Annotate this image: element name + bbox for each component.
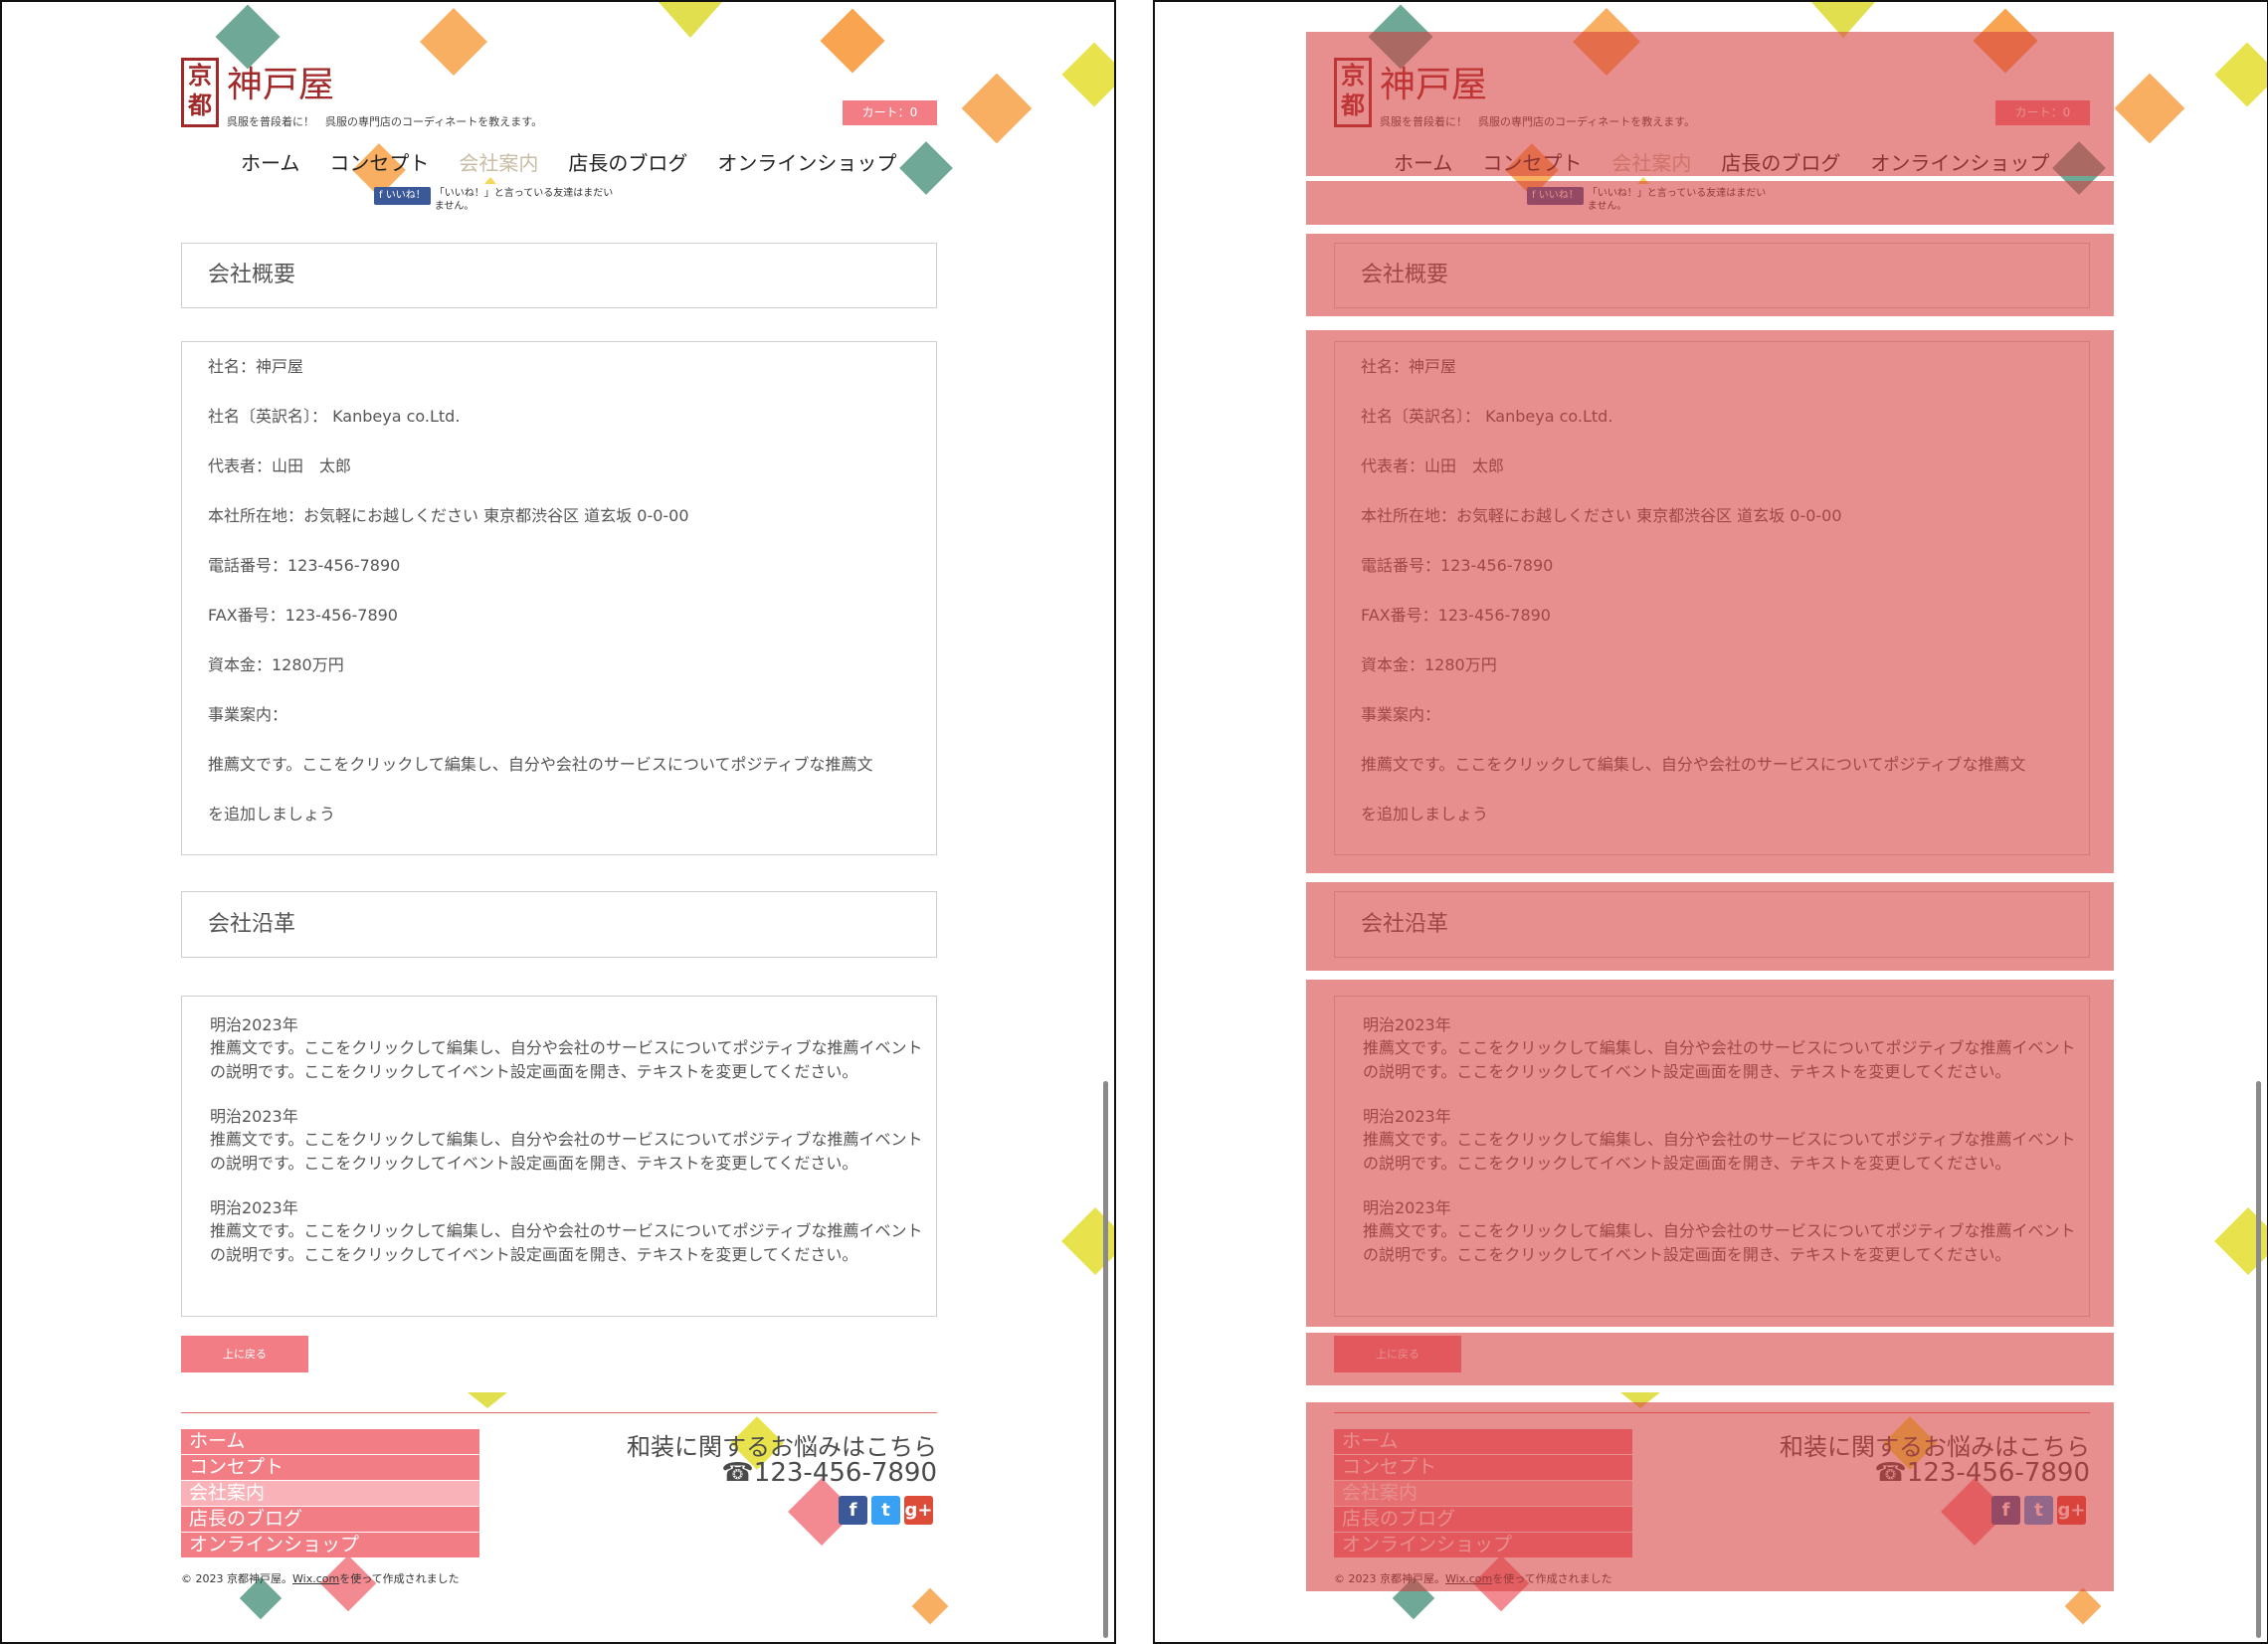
history-desc: 推薦文です。ここをクリックして編集し、自分や会社のサービスについてポジティブな推… <box>210 1130 923 1173</box>
right-page-view-annotated: 京 都 神戸屋 呉服を普段着に！ 呉服の専門店のコーディネートを教えます。 カー… <box>1153 0 2268 1644</box>
nav-company[interactable]: 会社案内 <box>459 147 538 176</box>
nav-blog[interactable]: 店長のブログ <box>568 147 687 176</box>
history-desc: 推薦文です。ここをクリックして編集し、自分や会社のサービスについてポジティブな推… <box>210 1221 923 1264</box>
contact-heading: 和装に関するお悩みはこちら <box>627 1433 937 1461</box>
twitter-icon[interactable]: t <box>871 1496 900 1525</box>
company-title-box: 会社概要 <box>181 243 937 308</box>
footer-nav-concept[interactable]: コンセプト <box>181 1455 479 1480</box>
left-page-view: 京 都 神戸屋 呉服を普段着に！ 呉服の専門店のコーディネートを教えます。 カー… <box>0 0 1116 1644</box>
info-line: 資本金：1280万円 <box>208 655 344 674</box>
history-year: 明治2023年 <box>210 1015 298 1034</box>
facebook-like-label: いいね！ <box>385 190 426 201</box>
history-item: 明治2023年 推薦文です。ここをクリックして編集し、自分や会社のサービスについ… <box>182 1106 936 1176</box>
overlay-company-title <box>1306 234 2114 316</box>
logo-stamp[interactable]: 京 都 <box>181 58 219 127</box>
info-line: 社名：神戸屋 <box>208 357 304 376</box>
info-line: 代表者：山田 太郎 <box>208 457 352 475</box>
overlay-header <box>1306 32 2114 176</box>
wix-link[interactable]: Wix.com <box>292 1572 339 1585</box>
logo-stamp-char: 都 <box>188 91 212 119</box>
overlay-back-to-top <box>1306 1333 2114 1385</box>
overlay-company-info <box>1306 330 2114 873</box>
info-line: を追加しましょう <box>208 805 336 823</box>
info-line: 推薦文です。ここをクリックして編集し、自分や会社のサービスについてポジティブな推… <box>208 755 873 774</box>
info-line: 本社所在地：お気軽にお越しください 東京都渋谷区 道玄坂 0-0-00 <box>208 506 689 525</box>
footer-nav: ホーム コンセプト 会社案内 店長のブログ オンラインショップ <box>181 1429 479 1558</box>
facebook-like-text: 「いいね！」と言っている友達はまだいません。 <box>434 188 614 212</box>
history-item: 明治2023年 推薦文です。ここをクリックして編集し、自分や会社のサービスについ… <box>182 1197 936 1267</box>
facebook-icon: f <box>379 190 386 201</box>
history-box: 明治2023年 推薦文です。ここをクリックして編集し、自分や会社のサービスについ… <box>181 996 937 1317</box>
scrollbar[interactable] <box>2256 1081 2261 1638</box>
footer-marker <box>468 1392 507 1408</box>
site-title[interactable]: 神戸屋 <box>227 56 334 107</box>
info-line: 社名〔英訳名〕： Kanbeya co.Ltd. <box>208 407 461 426</box>
company-info-box: 社名：神戸屋 社名〔英訳名〕： Kanbeya co.Ltd. 代表者：山田 太… <box>181 341 937 855</box>
copyright: © 2023 京都神戸屋。Wix.comを使って作成されました <box>181 1570 460 1586</box>
info-line: 事業案内： <box>208 705 288 724</box>
logo-stamp-char: 京 <box>188 61 212 90</box>
history-title: 会社沿革 <box>208 912 296 937</box>
nav-concept[interactable]: コンセプト <box>329 147 429 176</box>
overlay-history <box>1306 980 2114 1327</box>
cart-button[interactable]: カート：0 <box>843 100 937 125</box>
scrollbar[interactable] <box>1103 1081 1108 1638</box>
history-title-box: 会社沿革 <box>181 891 937 958</box>
facebook-like-widget: f いいね！ 「いいね！」と言っている友達はまだいません。 <box>374 187 614 213</box>
nav-active-marker <box>484 177 496 184</box>
decor-diamond <box>2114 73 2185 144</box>
footer-nav-blog[interactable]: 店長のブログ <box>181 1507 479 1532</box>
contact-phone[interactable]: ☎123-456-7890 <box>721 1458 937 1488</box>
copyright-text: を使って作成されました <box>339 1572 460 1585</box>
nav-home[interactable]: ホーム <box>241 147 299 176</box>
history-year: 明治2023年 <box>210 1107 298 1126</box>
history-desc: 推薦文です。ここをクリックして編集し、自分や会社のサービスについてポジティブな推… <box>210 1038 923 1081</box>
overlay-footer <box>1306 1402 2114 1591</box>
decor-diamond <box>1061 42 1114 107</box>
history-year: 明治2023年 <box>210 1198 298 1217</box>
google-plus-icon[interactable]: g+ <box>904 1496 933 1525</box>
footer-nav-home[interactable]: ホーム <box>181 1429 479 1454</box>
site-content: 京 都 神戸屋 呉服を普段着に！ 呉服の専門店のコーディネートを教えます。 カー… <box>181 2 937 1642</box>
footer-nav-online-shop[interactable]: オンラインショップ <box>181 1533 479 1557</box>
footer-nav-company[interactable]: 会社案内 <box>181 1481 479 1506</box>
facebook-like-button[interactable]: f いいね！ <box>374 187 431 205</box>
info-line: FAX番号：123-456-7890 <box>208 606 398 625</box>
social-links: f t g+ <box>839 1496 933 1525</box>
overlay-facebook <box>1306 181 2114 225</box>
nav-online-shop[interactable]: オンラインショップ <box>717 147 896 176</box>
site-tagline: 呉服を普段着に！ 呉服の専門店のコーディネートを教えます。 <box>227 115 543 128</box>
info-line: 電話番号：123-456-7890 <box>208 556 401 575</box>
company-title: 会社概要 <box>208 263 296 287</box>
overlay-history-title <box>1306 882 2114 971</box>
main-nav: ホーム コンセプト 会社案内 店長のブログ オンラインショップ <box>241 147 896 176</box>
back-to-top-button[interactable]: 上に戻る <box>181 1336 308 1372</box>
history-item: 明治2023年 推薦文です。ここをクリックして編集し、自分や会社のサービスについ… <box>182 1014 936 1084</box>
facebook-icon[interactable]: f <box>839 1496 867 1525</box>
decor-diamond <box>2214 42 2267 107</box>
footer-divider <box>181 1412 937 1413</box>
copyright-text: © 2023 京都神戸屋。 <box>181 1572 292 1585</box>
decor-diamond <box>961 73 1033 144</box>
